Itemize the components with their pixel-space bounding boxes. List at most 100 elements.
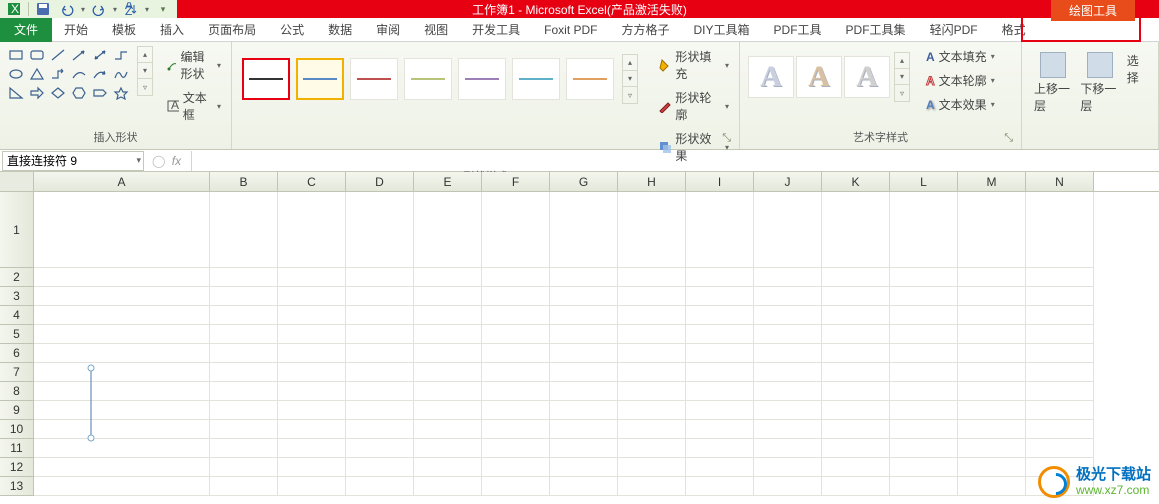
shape-curve-arrow-icon[interactable] [90,65,110,83]
cell[interactable] [754,192,822,268]
cell[interactable] [34,382,210,401]
cell[interactable] [210,401,278,420]
shape-rect-icon[interactable] [6,46,26,64]
cell[interactable] [890,439,958,458]
cell[interactable] [754,382,822,401]
cell[interactable] [1026,420,1094,439]
cell[interactable] [822,401,890,420]
cell[interactable] [278,287,346,306]
col-header[interactable]: L [890,172,958,191]
cell[interactable] [278,401,346,420]
cell[interactable] [482,344,550,363]
name-box-dropdown-icon[interactable]: ▾ [136,155,141,166]
cell[interactable] [550,458,618,477]
cell[interactable] [346,401,414,420]
cell[interactable] [686,287,754,306]
cell[interactable] [414,439,482,458]
col-header[interactable]: H [618,172,686,191]
cell[interactable] [278,382,346,401]
cell[interactable] [958,306,1026,325]
col-header[interactable]: G [550,172,618,191]
cell[interactable] [346,458,414,477]
style-swatch-7[interactable] [566,58,614,100]
cell[interactable] [414,382,482,401]
cell[interactable] [278,325,346,344]
shape-pentagon-icon[interactable] [90,84,110,102]
cell[interactable] [958,344,1026,363]
cell[interactable] [890,382,958,401]
worksheet[interactable]: A B C D E F G H I J K L M N 123456789101… [0,172,1159,496]
gallery-up-icon[interactable]: ▴ [138,47,152,63]
row-header[interactable]: 5 [0,325,34,344]
text-fill-button[interactable]: A文本填充▾ [922,46,999,67]
cell[interactable] [1026,268,1094,287]
cell[interactable] [822,192,890,268]
cell[interactable] [1026,192,1094,268]
cell[interactable] [210,192,278,268]
col-header[interactable]: F [482,172,550,191]
text-box-button[interactable]: A 文本框 ▾ [163,87,225,125]
cell[interactable] [618,439,686,458]
cell[interactable] [210,363,278,382]
row-header[interactable]: 11 [0,439,34,458]
cell[interactable] [346,344,414,363]
cell[interactable] [1026,344,1094,363]
cell[interactable] [1026,287,1094,306]
row-header[interactable]: 6 [0,344,34,363]
cell[interactable] [414,401,482,420]
tab-review[interactable]: 审阅 [364,18,412,42]
cell[interactable] [34,458,210,477]
cell[interactable] [346,420,414,439]
cell[interactable] [550,325,618,344]
cell[interactable] [958,287,1026,306]
circle-icon[interactable]: ◯ [152,154,165,168]
cell[interactable] [550,192,618,268]
shape-effects-button[interactable]: 形状效果▾ [654,128,733,166]
tab-diy-tools[interactable]: DIY工具箱 [682,18,762,42]
cell[interactable] [958,420,1026,439]
edit-shape-button[interactable]: 编辑形状 ▾ [163,46,225,84]
cell[interactable] [210,306,278,325]
cell[interactable] [414,287,482,306]
fx-icon[interactable]: fx [167,154,185,168]
cell[interactable] [890,287,958,306]
selection-pane-button[interactable]: 选择 [1125,50,1148,88]
cell[interactable] [550,287,618,306]
wordart-swatch-1[interactable]: A [748,56,794,98]
cell[interactable] [482,401,550,420]
cell[interactable] [346,306,414,325]
cell[interactable] [754,458,822,477]
cell[interactable] [686,363,754,382]
cell[interactable] [618,477,686,496]
sort-icon[interactable]: AZ [121,1,141,17]
col-header[interactable]: E [414,172,482,191]
tab-qspdf[interactable]: 轻闪PDF [918,18,990,42]
cell[interactable] [34,439,210,458]
shape-double-arrow-icon[interactable] [90,46,110,64]
shape-elbow-arrow-icon[interactable] [48,65,68,83]
shape-diamond-icon[interactable] [48,84,68,102]
col-header[interactable]: A [34,172,210,191]
cell[interactable] [414,344,482,363]
cell[interactable] [618,325,686,344]
gallery-more-icon[interactable]: ▿ [895,85,909,101]
cell[interactable] [618,420,686,439]
cell[interactable] [414,268,482,287]
cell[interactable] [618,458,686,477]
cell[interactable] [210,325,278,344]
cell[interactable] [550,268,618,287]
cell[interactable] [278,458,346,477]
tab-developer[interactable]: 开发工具 [460,18,532,42]
shape-curve-icon[interactable] [69,65,89,83]
cell[interactable] [822,477,890,496]
cell[interactable] [34,268,210,287]
cell[interactable] [754,420,822,439]
cell[interactable] [346,325,414,344]
cell[interactable] [278,192,346,268]
shape-elbow-icon[interactable] [111,46,131,64]
cell[interactable] [482,439,550,458]
cell[interactable] [34,287,210,306]
cell[interactable] [278,420,346,439]
gallery-down-icon[interactable]: ▾ [623,71,637,87]
cell[interactable] [278,477,346,496]
